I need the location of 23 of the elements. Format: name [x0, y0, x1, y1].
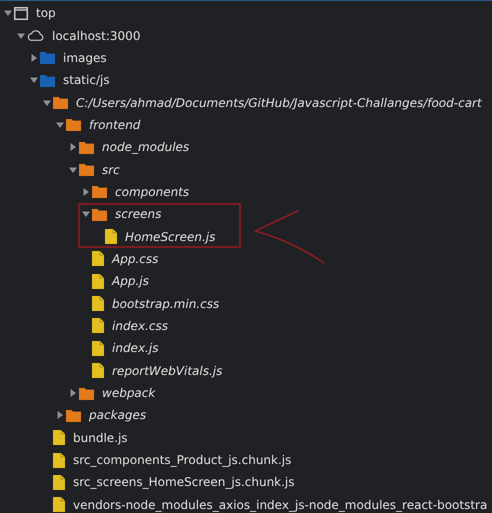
tree-item-label[interactable]: static/js — [63, 72, 110, 88]
tree-item-label[interactable]: C:/Users/ahmad/Documents/GitHub/Javascript-Challanges/food-cart — [76, 94, 482, 111]
tree-item-label[interactable]: src_screens_HomeScreen_js.chunk.js — [73, 474, 295, 490]
tree-item-label[interactable]: packages — [89, 407, 146, 424]
tree-item-label[interactable]: screens — [115, 206, 162, 222]
tree-item-label[interactable]: images — [63, 50, 107, 66]
tree-item-label[interactable]: localhost:3000 — [52, 28, 140, 44]
tree-item-label[interactable]: src — [102, 162, 120, 178]
tree-item-label[interactable]: App.js — [112, 273, 149, 290]
tree-item-label[interactable]: src_components_Product_js.chunk.js — [73, 452, 292, 468]
tree-item-label[interactable]: reportWebVitals.js — [112, 362, 222, 379]
tree-item-label[interactable]: node_modules — [102, 139, 190, 156]
tree-item-label[interactable]: index.js — [112, 340, 158, 356]
tree-item-label[interactable]: bootstrap.min.css — [112, 296, 220, 312]
tree-item-label[interactable]: bundle.js — [73, 430, 128, 446]
tree-item-label[interactable]: components — [115, 184, 190, 200]
tree-item-label[interactable]: top — [36, 5, 56, 22]
tree-item-label[interactable]: vendors-node_modules_axios_index_js-node_modules_react-bootstra — [73, 496, 488, 513]
tree-item-label[interactable]: App.css — [112, 250, 158, 267]
tree-item-label[interactable]: index.css — [112, 318, 168, 334]
tree-item-label[interactable]: HomeScreen.js — [125, 228, 216, 245]
tree-item-label[interactable]: webpack — [102, 385, 156, 402]
tree-item-label[interactable]: frontend — [89, 116, 140, 133]
